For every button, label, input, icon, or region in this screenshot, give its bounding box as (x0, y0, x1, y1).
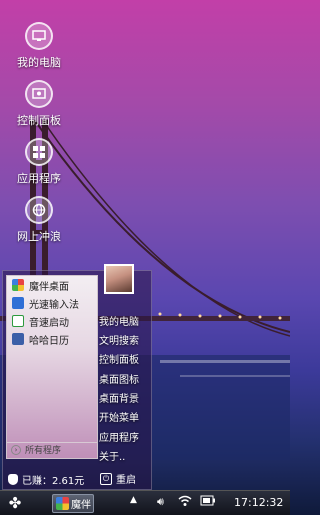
app-item-vstart[interactable]: 音速启动 (7, 312, 97, 330)
arrow-right-icon: › (11, 444, 21, 455)
app-item-input-method[interactable]: 光速输入法 (7, 294, 97, 312)
calendar-icon (12, 333, 24, 345)
control-panel-icon (25, 80, 53, 108)
menu-item-desktop-background[interactable]: 桌面背景 (99, 390, 139, 405)
desktop-icon-label: 控制面板 (17, 114, 61, 127)
menu-item-apps[interactable]: 应用程序 (99, 429, 139, 444)
earned-amount: 已赚：2.61元 (8, 472, 84, 487)
user-avatar[interactable] (104, 264, 134, 294)
tray-expand-icon[interactable]: ▲ (130, 495, 137, 505)
menu-item-start-menu[interactable]: 开始菜单 (99, 409, 139, 424)
menu-item-search[interactable]: 文明搜索 (99, 332, 139, 347)
input-method-icon (12, 297, 24, 309)
taskbar: ✤ 魔伴 ▲ 🔊︎ 17:12:32 (0, 490, 290, 515)
desktop-icon-apps[interactable]: 应用程序 (8, 138, 70, 186)
taskbar-app-moban[interactable]: 魔伴 (52, 494, 94, 513)
app-item-calendar[interactable]: 哈哈日历 (7, 330, 97, 348)
wifi-icon[interactable] (178, 495, 192, 510)
mobanzhuomian-icon (12, 279, 24, 291)
menu-item-control-panel[interactable]: 控制面板 (99, 351, 139, 366)
apps-icon (25, 138, 53, 166)
mobanzhuomian-icon (56, 497, 69, 510)
vstart-icon (12, 315, 24, 327)
desktop-icon-label: 网上冲浪 (17, 230, 61, 243)
clock: 17:12:32 (234, 496, 284, 509)
menu-item-my-computer[interactable]: 我的电脑 (99, 313, 139, 328)
menu-item-desktop-icons[interactable]: 桌面图标 (99, 371, 139, 386)
battery-icon[interactable] (200, 495, 216, 509)
power-icon: ⏻ (100, 472, 112, 485)
menu-item-about[interactable]: 关于.. (99, 448, 125, 463)
start-menu-app-list: 魔伴桌面 光速输入法 音速启动 哈哈日历 › 所有程序 (6, 275, 98, 459)
start-menu-footer: 已赚：2.61元 ⏻ 重启 (2, 468, 152, 490)
all-programs-button[interactable]: › 所有程序 (7, 442, 97, 456)
computer-icon (25, 22, 53, 50)
start-button[interactable]: ✤ (0, 491, 30, 515)
desktop-icon-label: 应用程序 (17, 172, 61, 185)
money-bag-icon (8, 473, 18, 485)
desktop-icon-internet[interactable]: 网上冲浪 (8, 196, 70, 244)
globe-icon (25, 196, 53, 224)
volume-icon[interactable]: 🔊︎ (157, 495, 164, 509)
restart-button[interactable]: ⏻ 重启 (100, 471, 136, 486)
desktop-icon-label: 我的电脑 (17, 56, 61, 69)
app-item-moban[interactable]: 魔伴桌面 (7, 276, 97, 294)
desktop-icon-my-computer[interactable]: 我的电脑 (8, 22, 70, 70)
desktop-icon-control-panel[interactable]: 控制面板 (8, 80, 70, 128)
clover-icon: ✤ (8, 494, 22, 512)
